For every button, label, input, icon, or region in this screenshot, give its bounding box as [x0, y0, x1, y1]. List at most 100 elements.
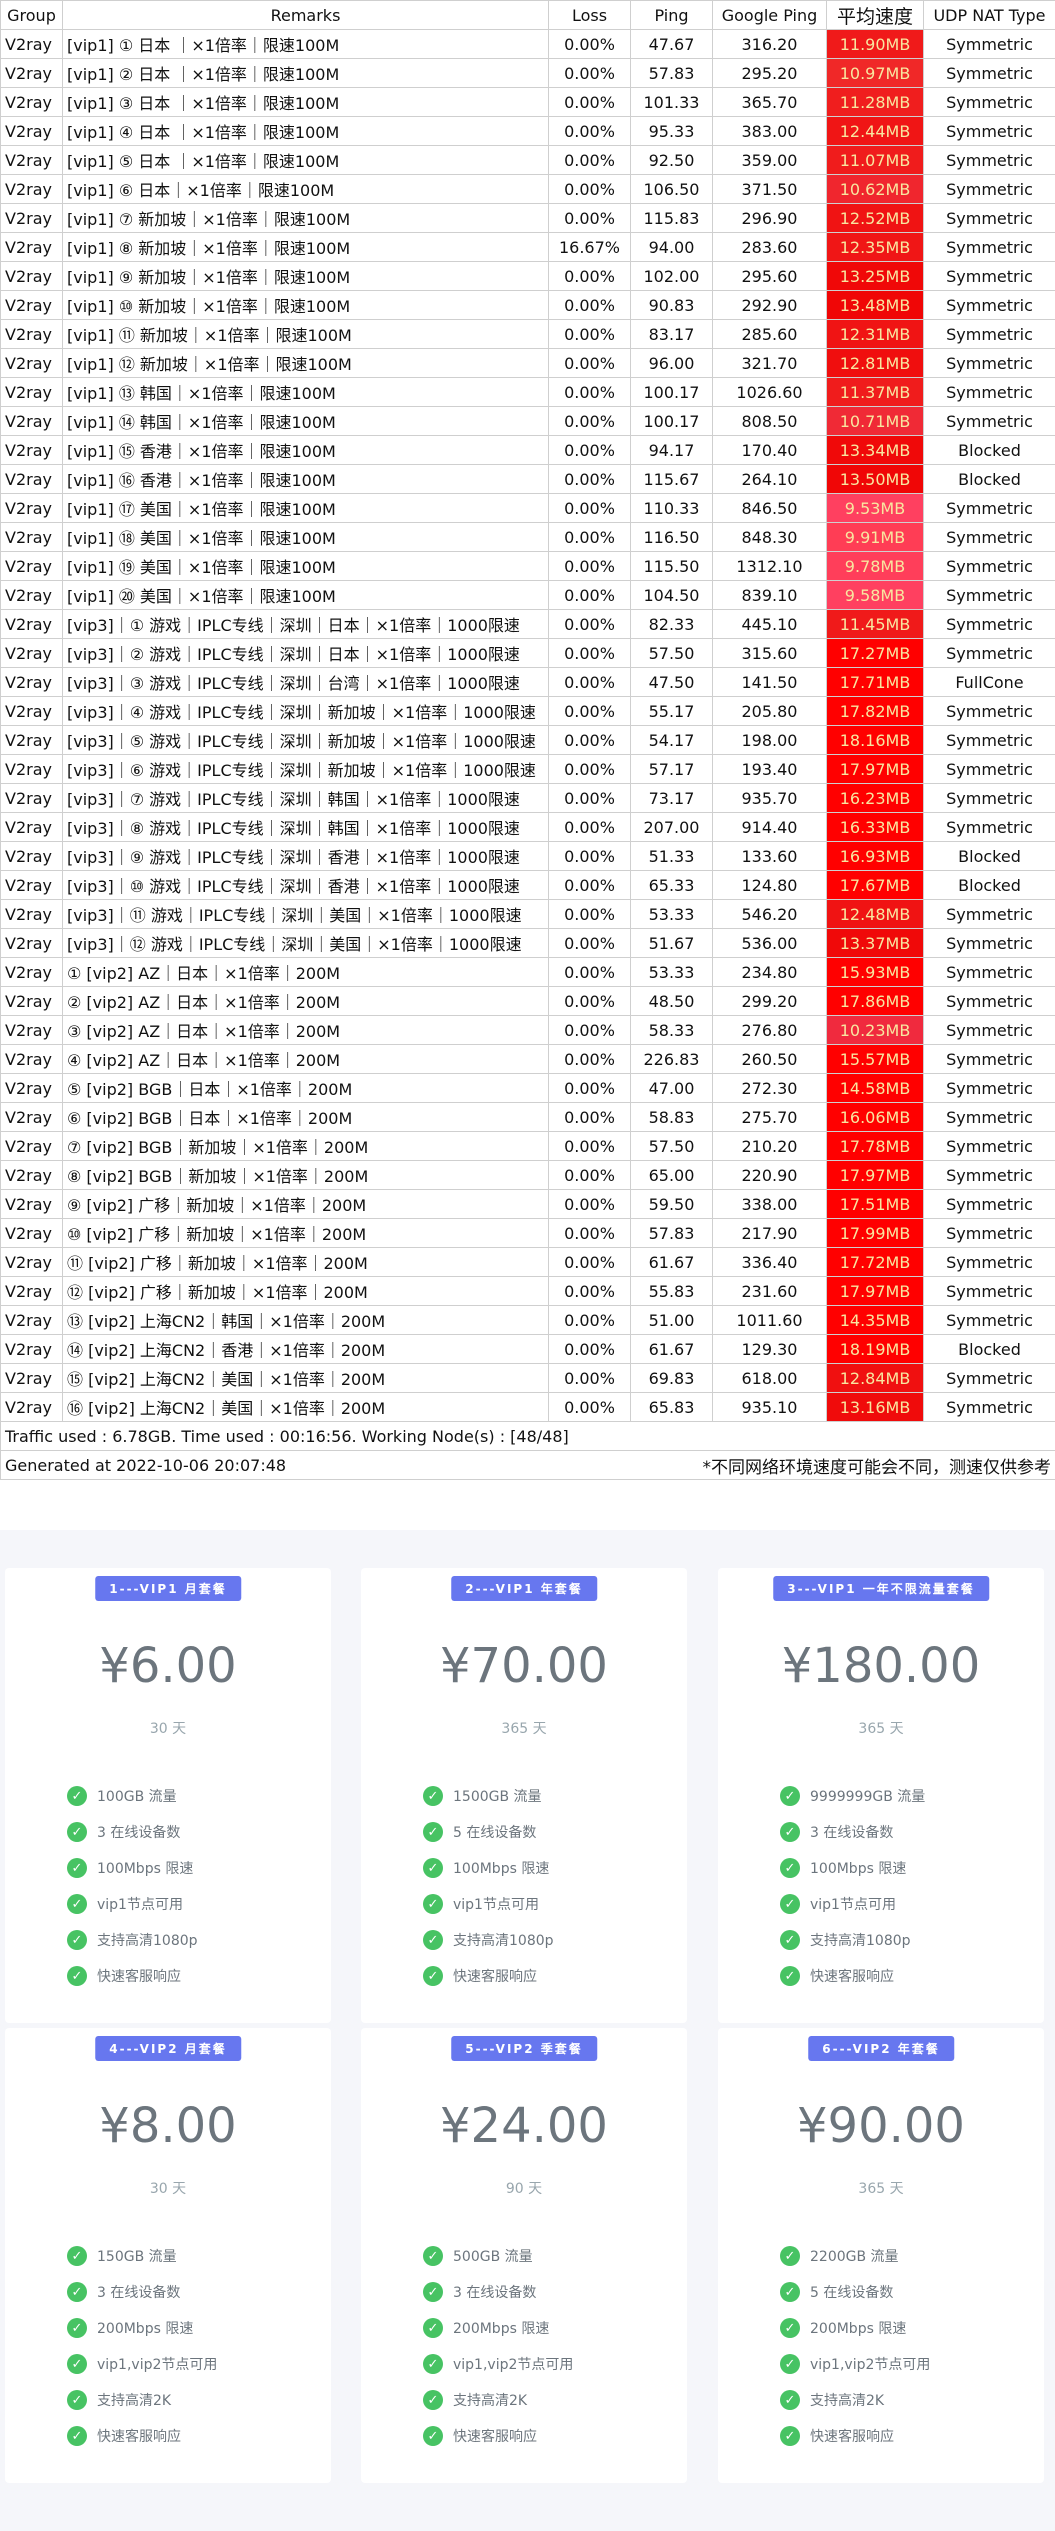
cell-loss: 0.00% — [548, 667, 631, 697]
cell-group: V2ray — [0, 29, 63, 59]
cell-google-ping: 296.90 — [712, 203, 827, 233]
cell-google-ping: 914.40 — [712, 812, 827, 842]
cell-ping: 82.33 — [630, 609, 713, 639]
cell-ping: 47.67 — [630, 29, 713, 59]
plan-feature-text: 100Mbps 限速 — [453, 1861, 550, 1877]
cell-udp-nat-type: Symmetric — [923, 116, 1055, 146]
cell-loss: 0.00% — [548, 870, 631, 900]
table-row: V2ray [vip1] ⑯ 香港｜×1倍率｜限速100M 0.00% 115.67 2… — [0, 464, 1055, 494]
table-row: V2ray [vip1] ⑤ 日本 ｜×1倍率｜限速100M 0.00% 92.50 3… — [0, 145, 1055, 175]
plan-feature-item: ✓ 100GB 流量 — [67, 1778, 198, 1814]
cell-avg-speed: 17.99MB — [826, 1218, 924, 1248]
cell-loss: 0.00% — [548, 1189, 631, 1219]
cell-udp-nat-type: Symmetric — [923, 957, 1055, 987]
plan-card[interactable]: 3---VIP1 一年不限流量套餐 ¥180.00 365 天 ✓ 9999999GB … — [718, 1568, 1044, 2023]
cell-ping: 106.50 — [630, 174, 713, 204]
cell-udp-nat-type: Symmetric — [923, 1044, 1055, 1074]
cell-avg-speed: 16.93MB — [826, 841, 924, 871]
table-row: V2ray [vip1] ⑳ 美国｜×1倍率｜限速100M 0.00% 104.50 8… — [0, 580, 1055, 610]
plan-period: 365 天 — [858, 2181, 904, 2197]
cell-group: V2ray — [0, 667, 63, 697]
cell-remarks: ⑧ [vip2] BGB｜新加坡｜×1倍率｜200M — [62, 1160, 549, 1190]
plan-feature-item: ✓ 3 在线设备数 — [67, 2274, 217, 2310]
cell-group: V2ray — [0, 435, 63, 465]
cell-udp-nat-type: Symmetric — [923, 696, 1055, 726]
plan-feature-list: ✓ 9999999GB 流量 ✓ 3 在线设备数 ✓ 100Mbps 限速 ✓ vip1节点可… — [780, 1778, 925, 1994]
cell-udp-nat-type: Symmetric — [923, 638, 1055, 668]
cell-udp-nat-type: Symmetric — [923, 609, 1055, 639]
cell-google-ping: 848.30 — [712, 522, 827, 552]
cell-remarks: ⑫ [vip2] 广移｜新加坡｜×1倍率｜200M — [62, 1276, 549, 1306]
cell-group: V2ray — [0, 232, 63, 262]
cell-avg-speed: 13.34MB — [826, 435, 924, 465]
cell-google-ping: 315.60 — [712, 638, 827, 668]
plan-feature-text: 3 在线设备数 — [97, 2285, 181, 2301]
plan-feature-text: 3 在线设备数 — [97, 1825, 181, 1841]
check-circle-icon: ✓ — [423, 1930, 443, 1950]
cell-loss: 0.00% — [548, 348, 631, 378]
plan-feature-item: ✓ 支持高清1080p — [423, 1922, 554, 1958]
header-ping: Ping — [630, 0, 713, 30]
plan-feature-list: ✓ 1500GB 流量 ✓ 5 在线设备数 ✓ 100Mbps 限速 ✓ vip1节点可用 ✓ 支… — [423, 1778, 554, 1994]
plan-feature-item: ✓ 快速客服响应 — [67, 2418, 217, 2454]
plan-feature-item: ✓ vip1节点可用 — [423, 1886, 554, 1922]
cell-avg-speed: 12.84MB — [826, 1363, 924, 1393]
cell-remarks: ⑦ [vip2] BGB｜新加坡｜×1倍率｜200M — [62, 1131, 549, 1161]
cell-remarks: [vip1] ① 日本 ｜×1倍率｜限速100M — [62, 29, 549, 59]
cell-group: V2ray — [0, 1102, 63, 1132]
cell-google-ping: 193.40 — [712, 754, 827, 784]
plan-feature-text: 快速客服响应 — [810, 1969, 894, 1985]
plan-feature-item: ✓ 100Mbps 限速 — [67, 1850, 198, 1886]
cell-udp-nat-type: Symmetric — [923, 290, 1055, 320]
cell-avg-speed: 17.71MB — [826, 667, 924, 697]
plan-feature-text: 支持高清1080p — [453, 1933, 554, 1949]
cell-avg-speed: 17.27MB — [826, 638, 924, 668]
cell-google-ping: 210.20 — [712, 1131, 827, 1161]
cell-loss: 0.00% — [548, 116, 631, 146]
table-row: V2ray ⑤ [vip2] BGB｜日本｜×1倍率｜200M 0.00% 47.00… — [0, 1073, 1055, 1103]
cell-ping: 61.67 — [630, 1247, 713, 1277]
cell-remarks: ⑤ [vip2] BGB｜日本｜×1倍率｜200M — [62, 1073, 549, 1103]
plan-card[interactable]: 4---VIP2 月套餐 ¥8.00 30 天 ✓ 150GB 流量 ✓ 3 在线设备数 ✓ 2… — [5, 2028, 331, 2483]
cell-udp-nat-type: Symmetric — [923, 928, 1055, 958]
check-circle-icon: ✓ — [423, 1966, 443, 1986]
table-row: V2ray [vip1] ⑨ 新加坡｜×1倍率｜限速100M 0.00% 102.00… — [0, 261, 1055, 291]
check-circle-icon: ✓ — [67, 1894, 87, 1914]
cell-ping: 47.00 — [630, 1073, 713, 1103]
disclaimer-note: *不同网络环境速度可能会不同，测速仅供参考 — [702, 1457, 1052, 1478]
plan-period: 30 天 — [149, 1721, 187, 1737]
cell-group: V2ray — [0, 696, 63, 726]
plan-feature-text: 快速客服响应 — [97, 1969, 181, 1985]
plan-card[interactable]: 1---VIP1 月套餐 ¥6.00 30 天 ✓ 100GB 流量 ✓ 3 在线设备数 ✓ 1… — [5, 1568, 331, 2023]
plan-card[interactable]: 2---VIP1 年套餐 ¥70.00 365 天 ✓ 1500GB 流量 ✓ 5 在线设备… — [361, 1568, 687, 2023]
cell-ping: 55.83 — [630, 1276, 713, 1306]
plan-price: ¥6.00 — [99, 1638, 237, 1694]
cell-remarks: [vip3]｜⑩ 游戏｜IPLC专线｜深圳｜香港｜×1倍率｜1000限速 — [62, 870, 549, 900]
check-circle-icon: ✓ — [423, 1786, 443, 1806]
cell-avg-speed: 15.93MB — [826, 957, 924, 987]
plan-card[interactable]: 6---VIP2 年套餐 ¥90.00 365 天 ✓ 2200GB 流量 ✓ 5 在线设备… — [718, 2028, 1044, 2483]
cell-remarks: [vip3]｜⑫ 游戏｜IPLC专线｜深圳｜美国｜×1倍率｜1000限速 — [62, 928, 549, 958]
cell-loss: 0.00% — [548, 29, 631, 59]
cell-remarks: ⑭ [vip2] 上海CN2｜香港｜×1倍率｜200M — [62, 1334, 549, 1364]
cell-avg-speed: 10.97MB — [826, 58, 924, 88]
cell-udp-nat-type: Symmetric — [923, 261, 1055, 291]
cell-remarks: [vip1] ⑬ 韩国｜×1倍率｜限速100M — [62, 377, 549, 407]
table-row: V2ray ⑯ [vip2] 上海CN2｜美国｜×1倍率｜200M 0.00% 65.… — [0, 1392, 1055, 1422]
cell-remarks: [vip1] ⑮ 香港｜×1倍率｜限速100M — [62, 435, 549, 465]
cell-avg-speed: 11.45MB — [826, 609, 924, 639]
plan-feature-item: ✓ 快速客服响应 — [67, 1958, 198, 1994]
speedtest-result-table: Group Remarks Loss Ping Google Ping 平均速度… — [0, 0, 1055, 1530]
cell-udp-nat-type: Symmetric — [923, 551, 1055, 581]
cell-avg-speed: 16.33MB — [826, 812, 924, 842]
cell-google-ping: 1312.10 — [712, 551, 827, 581]
cell-avg-speed: 15.57MB — [826, 1044, 924, 1074]
cell-remarks: ② [vip2] AZ｜日本｜×1倍率｜200M — [62, 986, 549, 1016]
cell-avg-speed: 14.58MB — [826, 1073, 924, 1103]
cell-group: V2ray — [0, 812, 63, 842]
plan-card[interactable]: 5---VIP2 季套餐 ¥24.00 90 天 ✓ 500GB 流量 ✓ 3 在线设备数 ✓… — [361, 2028, 687, 2483]
cell-loss: 0.00% — [548, 1247, 631, 1277]
table-row: V2ray ⑫ [vip2] 广移｜新加坡｜×1倍率｜200M 0.00% 55.83… — [0, 1276, 1055, 1306]
cell-remarks: [vip1] ③ 日本 ｜×1倍率｜限速100M — [62, 87, 549, 117]
check-circle-icon: ✓ — [423, 2246, 443, 2266]
